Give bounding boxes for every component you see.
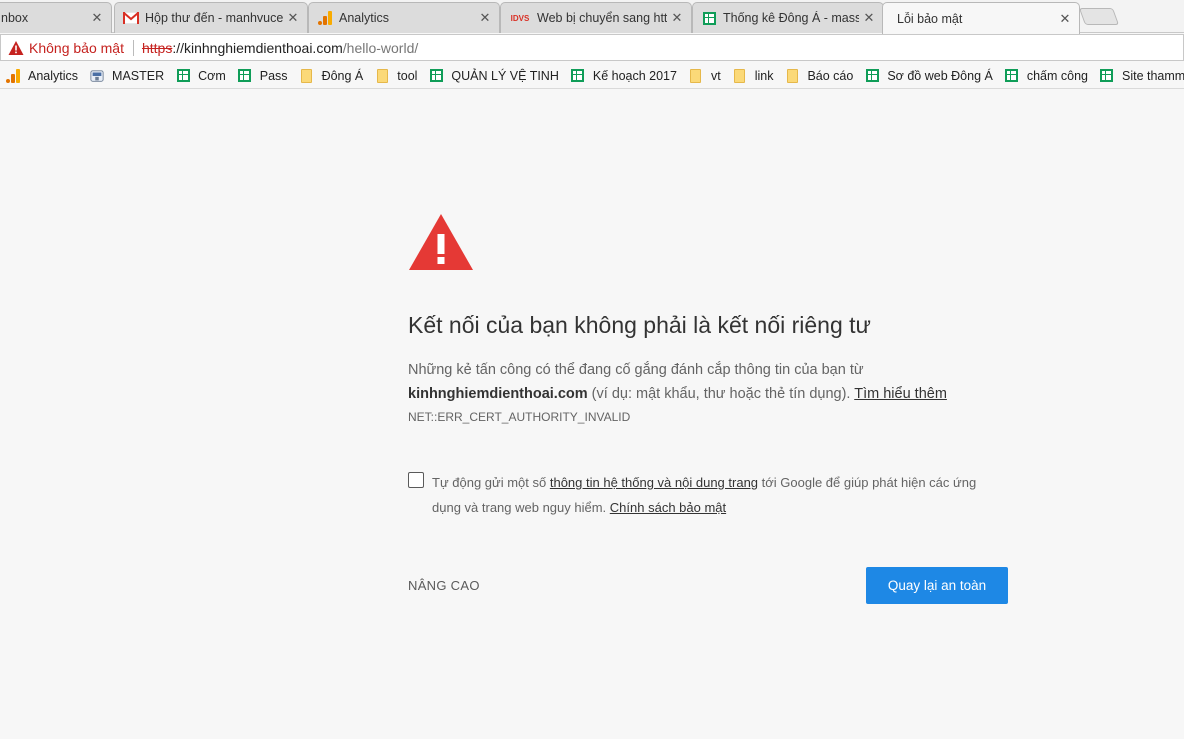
bookmark-label: Kế hoạch 2017 bbox=[592, 68, 677, 83]
bookmark-label: vt bbox=[710, 68, 721, 83]
bookmark-dong-a[interactable]: Đông Á bbox=[300, 68, 364, 83]
bookmark-label: link bbox=[754, 68, 774, 83]
gmail-icon bbox=[123, 10, 139, 26]
folder-icon bbox=[785, 68, 799, 83]
page-title: Kết nối của bạn không phải là kết nối ri… bbox=[408, 312, 871, 338]
tab-sheets[interactable]: Thống kê Đông Á - mass ✕ bbox=[692, 2, 884, 33]
url-field[interactable]: Không bảo mật https ://kinhnghiemdientho… bbox=[0, 34, 1184, 61]
report-checkbox[interactable] bbox=[408, 472, 424, 488]
bookmark-site-thammyvi[interactable]: Site thammyvi bbox=[1100, 69, 1184, 83]
back-to-safety-button[interactable]: Quay lại an toàn bbox=[866, 567, 1008, 604]
tab-gmail[interactable]: Hộp thư đến - manhvuce ✕ bbox=[114, 2, 308, 33]
url-host: ://kinhnghiemdienthoai.com bbox=[172, 39, 343, 56]
security-status[interactable]: Không bảo mật bbox=[29, 40, 124, 56]
folder-icon bbox=[300, 68, 314, 83]
tab-security-error[interactable]: Lỗi bảo mật ✕ bbox=[882, 2, 1080, 34]
warning-triangle-icon bbox=[409, 214, 473, 270]
bookmark-link[interactable]: link bbox=[733, 68, 774, 83]
idvs-icon: IDVS bbox=[510, 13, 530, 23]
bookmarks-bar: Analytics MASTER Cơm Pass Đông Á tool QU… bbox=[0, 63, 1184, 89]
tab-title: nbox bbox=[1, 11, 29, 25]
report-text-1: Tự động gửi một số bbox=[432, 475, 550, 490]
bookmark-label: chấm công bbox=[1026, 68, 1088, 83]
bookmark-vt[interactable]: vt bbox=[689, 68, 721, 83]
tab-analytics[interactable]: Analytics ✕ bbox=[308, 2, 500, 33]
privacy-policy-link[interactable]: Chính sách bảo mật bbox=[610, 500, 726, 515]
tab-strip: nbox ✕ Hộp thư đến - manhvuce ✕ Analytic… bbox=[0, 0, 1184, 34]
bookmark-master[interactable]: MASTER bbox=[90, 69, 164, 83]
tab-title: Web bị chuyển sang http bbox=[537, 11, 667, 25]
sheets-icon bbox=[571, 69, 585, 83]
tab-inbox[interactable]: nbox ✕ bbox=[0, 2, 112, 33]
report-text: Tự động gửi một số thông tin hệ thống và… bbox=[432, 470, 1008, 520]
sheets-icon bbox=[701, 10, 717, 26]
advanced-button[interactable]: NÂNG CAO bbox=[408, 578, 480, 593]
explanation-line-2: (ví dụ: mật khẩu, thư hoặc thẻ tín dụng)… bbox=[587, 386, 855, 402]
bookmark-label: Đông Á bbox=[321, 68, 364, 83]
analytics-icon bbox=[317, 10, 333, 26]
bookmark-label: QUẢN LÝ VỆ TINH bbox=[451, 68, 559, 83]
close-icon[interactable]: ✕ bbox=[859, 10, 879, 26]
close-icon[interactable]: ✕ bbox=[475, 10, 495, 26]
tab-title: Hộp thư đến - manhvuce bbox=[145, 11, 283, 25]
bookmark-label: Báo cáo bbox=[807, 68, 854, 83]
divider bbox=[132, 39, 134, 56]
sheets-icon bbox=[176, 69, 190, 83]
system-info-link[interactable]: thông tin hệ thống và nội dung trang bbox=[550, 475, 758, 490]
folder-icon bbox=[733, 68, 747, 83]
master-icon bbox=[90, 69, 104, 83]
bookmark-label: MASTER bbox=[112, 68, 165, 83]
address-bar: Không bảo mật https ://kinhnghiemdientho… bbox=[0, 33, 1184, 63]
tab-title: Lỗi bảo mật bbox=[897, 11, 963, 26]
bookmark-so-do-web[interactable]: Sơ đồ web Đông Á bbox=[865, 68, 993, 83]
folder-icon bbox=[375, 68, 389, 83]
sheets-icon bbox=[238, 69, 252, 83]
learn-more-link[interactable]: Tìm hiểu thêm bbox=[854, 386, 947, 402]
url-path: /hello-world/ bbox=[342, 39, 419, 56]
close-icon[interactable]: ✕ bbox=[1055, 11, 1075, 27]
tab-idvs[interactable]: IDVS Web bị chuyển sang http ✕ bbox=[500, 2, 692, 33]
bookmark-label: Sơ đồ web Đông Á bbox=[887, 68, 993, 83]
explanation-text: Những kẻ tấn công có thể đang cố gắng đá… bbox=[408, 358, 1008, 406]
sheets-icon bbox=[1100, 69, 1114, 83]
close-icon[interactable]: ✕ bbox=[283, 10, 303, 26]
explanation-host: kinhnghiemdienthoai.com bbox=[408, 386, 588, 402]
bookmark-analytics[interactable]: Analytics bbox=[6, 68, 79, 83]
folder-icon bbox=[689, 68, 703, 83]
bookmark-quan-ly-ve-tinh[interactable]: QUẢN LÝ VỆ TINH bbox=[429, 68, 559, 83]
bookmark-com[interactable]: Cơm bbox=[176, 69, 226, 83]
bookmark-label: Analytics bbox=[28, 68, 79, 83]
bookmark-cham-cong[interactable]: chấm công bbox=[1005, 69, 1088, 83]
warning-icon[interactable] bbox=[8, 40, 24, 56]
explanation-line-1: Những kẻ tấn công có thể đang cố gắng đá… bbox=[408, 362, 864, 378]
close-icon[interactable]: ✕ bbox=[667, 10, 687, 26]
sheets-icon bbox=[1005, 69, 1019, 83]
bookmark-label: Cơm bbox=[198, 68, 226, 83]
bookmark-ke-hoach-2017[interactable]: Kế hoạch 2017 bbox=[571, 69, 677, 83]
bookmark-label: tool bbox=[397, 68, 418, 83]
bookmark-label: Site thammyvi bbox=[1121, 68, 1184, 83]
bookmark-label: Pass bbox=[259, 68, 288, 83]
url-scheme: https bbox=[141, 39, 173, 56]
analytics-icon bbox=[6, 68, 20, 83]
new-tab-button[interactable] bbox=[1078, 8, 1120, 25]
close-icon[interactable]: ✕ bbox=[87, 10, 107, 26]
safe-browsing-report: Tự động gửi một số thông tin hệ thống và… bbox=[408, 470, 1008, 520]
sheets-icon bbox=[429, 69, 443, 83]
bookmark-tool[interactable]: tool bbox=[375, 68, 418, 83]
sheets-icon bbox=[865, 69, 879, 83]
tab-title: Analytics bbox=[339, 11, 390, 25]
tab-title: Thống kê Đông Á - mass bbox=[723, 11, 859, 25]
bookmark-pass[interactable]: Pass bbox=[238, 69, 288, 83]
bookmark-bao-cao[interactable]: Báo cáo bbox=[785, 68, 854, 83]
error-code[interactable]: NET::ERR_CERT_AUTHORITY_INVALID bbox=[408, 410, 630, 424]
